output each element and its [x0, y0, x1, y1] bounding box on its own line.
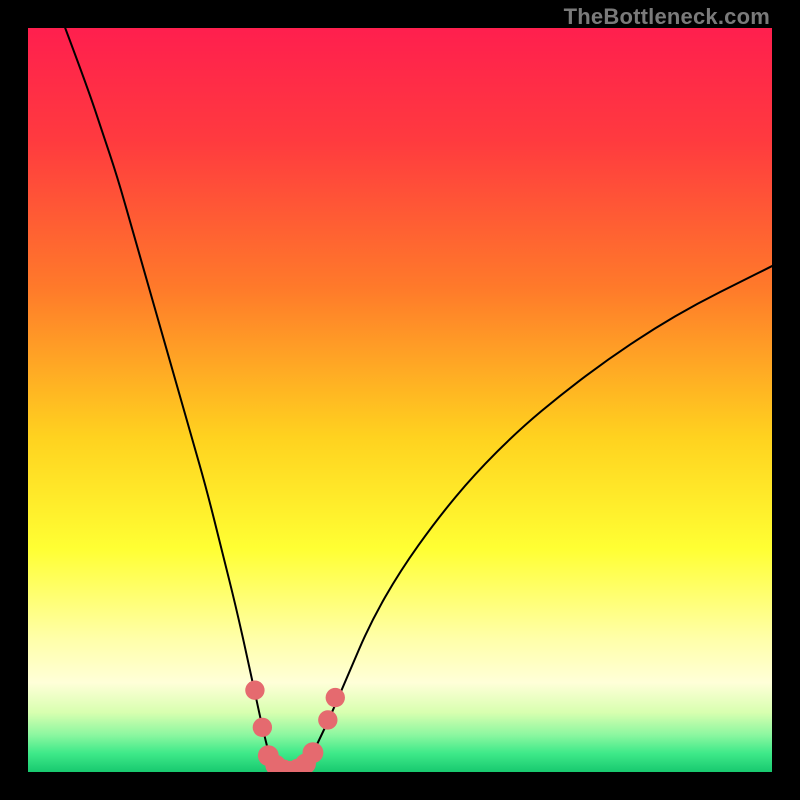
marker-point: [253, 718, 272, 737]
marker-point: [326, 688, 345, 707]
marker-point: [303, 742, 324, 763]
watermark-text: TheBottleneck.com: [564, 4, 770, 30]
gradient-background: [28, 28, 772, 772]
marker-point: [318, 710, 337, 729]
chart-frame: TheBottleneck.com: [0, 0, 800, 800]
chart-svg: [28, 28, 772, 772]
marker-point: [245, 680, 264, 699]
plot-area: [28, 28, 772, 772]
